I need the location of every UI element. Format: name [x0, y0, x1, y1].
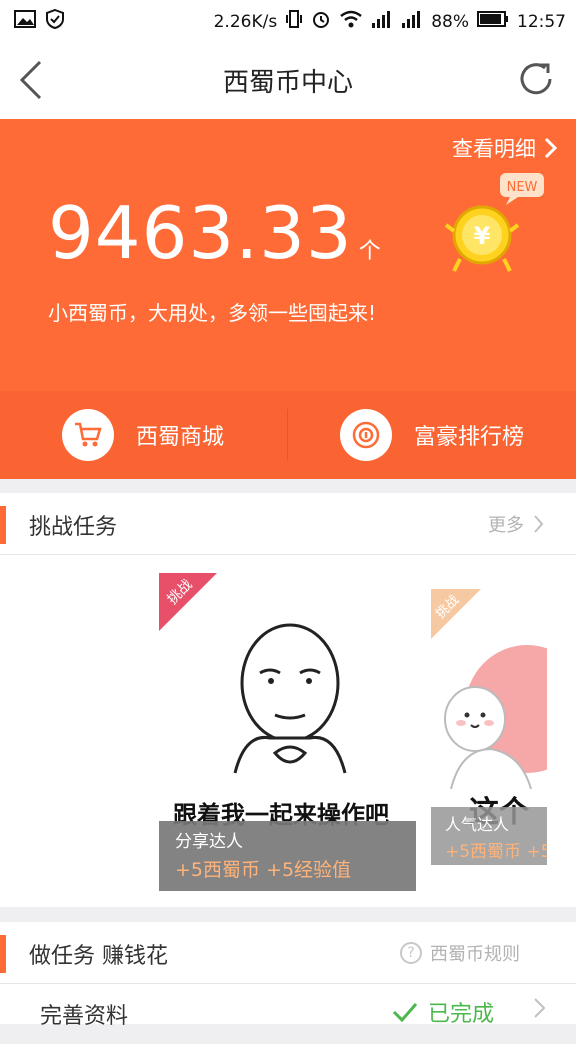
view-details-link[interactable]: 查看明细 — [452, 133, 558, 163]
tasks-header: 做任务 赚钱花 ? 西蜀币规则 — [0, 922, 576, 984]
section-accent-bar — [0, 935, 6, 973]
section-title: 挑战任务 — [29, 515, 118, 540]
question-icon: ? — [400, 942, 422, 964]
quick-links: 西蜀商城 富豪排行榜 — [0, 391, 576, 479]
chevron-right-icon — [544, 137, 558, 159]
task-reward: +5西蜀币 +5经验值 — [175, 859, 352, 881]
refresh-icon[interactable] — [514, 57, 558, 101]
vpn-shield-icon — [46, 8, 64, 34]
page-title: 西蜀币中心 — [222, 68, 353, 98]
task-reward: +5西蜀币 +5经验值 — [445, 842, 547, 862]
mall-button[interactable]: 西蜀商城 — [62, 409, 224, 461]
new-badge: NEW — [507, 180, 538, 195]
balance-panel: 查看明细 9463.33 个 小西蜀币，大用处，多领一些囤起来! NEW ¥ — [0, 119, 576, 391]
cart-icon — [62, 409, 114, 461]
signal-icon — [371, 9, 393, 34]
more-link[interactable]: 更多 — [488, 511, 544, 537]
earn-tasks-section: 做任务 赚钱花 ? 西蜀币规则 完善资料 已完成 — [0, 922, 576, 1029]
meme-face-image — [233, 623, 347, 774]
checkmark-icon — [392, 1003, 418, 1022]
challenge-card[interactable]: 挑战 这个 人气达人 +5西蜀币 +5经验值 — [431, 589, 547, 869]
more-label: 更多 — [488, 515, 524, 536]
alarm-icon — [311, 9, 331, 34]
vibrate-icon — [285, 9, 303, 34]
slogan: 小西蜀币，大用处，多领一些囤起来! — [48, 301, 377, 325]
card-info: 分享达人 +5西蜀币 +5经验值 — [159, 821, 416, 891]
challenge-card[interactable]: 挑战 跟着我一起来操作吧 分享达人 +5西蜀币 +5经验值 — [159, 573, 416, 891]
ranking-button[interactable]: 富豪排行榜 — [340, 409, 524, 461]
status-label: 已完成 — [427, 1002, 494, 1027]
view-details-label: 查看明细 — [452, 137, 536, 161]
yen-symbol: ¥ — [474, 222, 491, 250]
coin-mascot-icon: NEW ¥ — [440, 171, 550, 281]
coin-rules-link[interactable]: ? 西蜀币规则 — [400, 940, 520, 966]
ranking-icon — [340, 409, 392, 461]
divider — [287, 409, 288, 461]
status-bar: 2.26K/s 88% 12:57 — [0, 0, 576, 40]
meme-bunny-image — [444, 645, 547, 790]
signal-icon-2 — [401, 9, 423, 34]
card-info: 人气达人 +5西蜀币 +5经验值 — [431, 807, 547, 865]
image-icon — [14, 9, 36, 34]
task-name: 人气达人 — [445, 815, 510, 834]
ranking-label: 富豪排行榜 — [414, 425, 525, 450]
balance-unit: 个 — [358, 239, 382, 264]
net-speed: 2.26K/s — [213, 11, 278, 32]
chevron-right-icon — [534, 515, 544, 533]
balance-value: 9463.33 — [48, 191, 353, 275]
nav-bar: 西蜀币中心 — [0, 40, 576, 119]
rules-label: 西蜀币规则 — [430, 944, 520, 965]
task-status: 已完成 — [392, 996, 494, 1028]
battery-icon — [477, 10, 509, 33]
section-title: 做任务 赚钱花 — [29, 944, 168, 969]
task-name: 完善资料 — [40, 1004, 129, 1029]
mall-label: 西蜀商城 — [136, 425, 225, 450]
task-name: 分享达人 — [175, 832, 243, 852]
wifi-icon — [339, 9, 363, 34]
coin-balance: 9463.33 个 — [48, 191, 382, 275]
challenge-section: 挑战任务 更多 挑战 跟着我一起来操作吧 分享达人 +5西蜀币 +5经验值 挑战 — [0, 493, 576, 907]
clock: 12:57 — [517, 11, 566, 32]
challenge-header: 挑战任务 更多 — [0, 493, 576, 555]
section-accent-bar — [0, 506, 6, 544]
task-row[interactable]: 完善资料 已完成 — [0, 984, 576, 1044]
challenge-ribbon: 挑战 — [159, 573, 217, 631]
battery-percent: 88% — [431, 11, 469, 32]
chevron-right-icon — [534, 998, 546, 1018]
